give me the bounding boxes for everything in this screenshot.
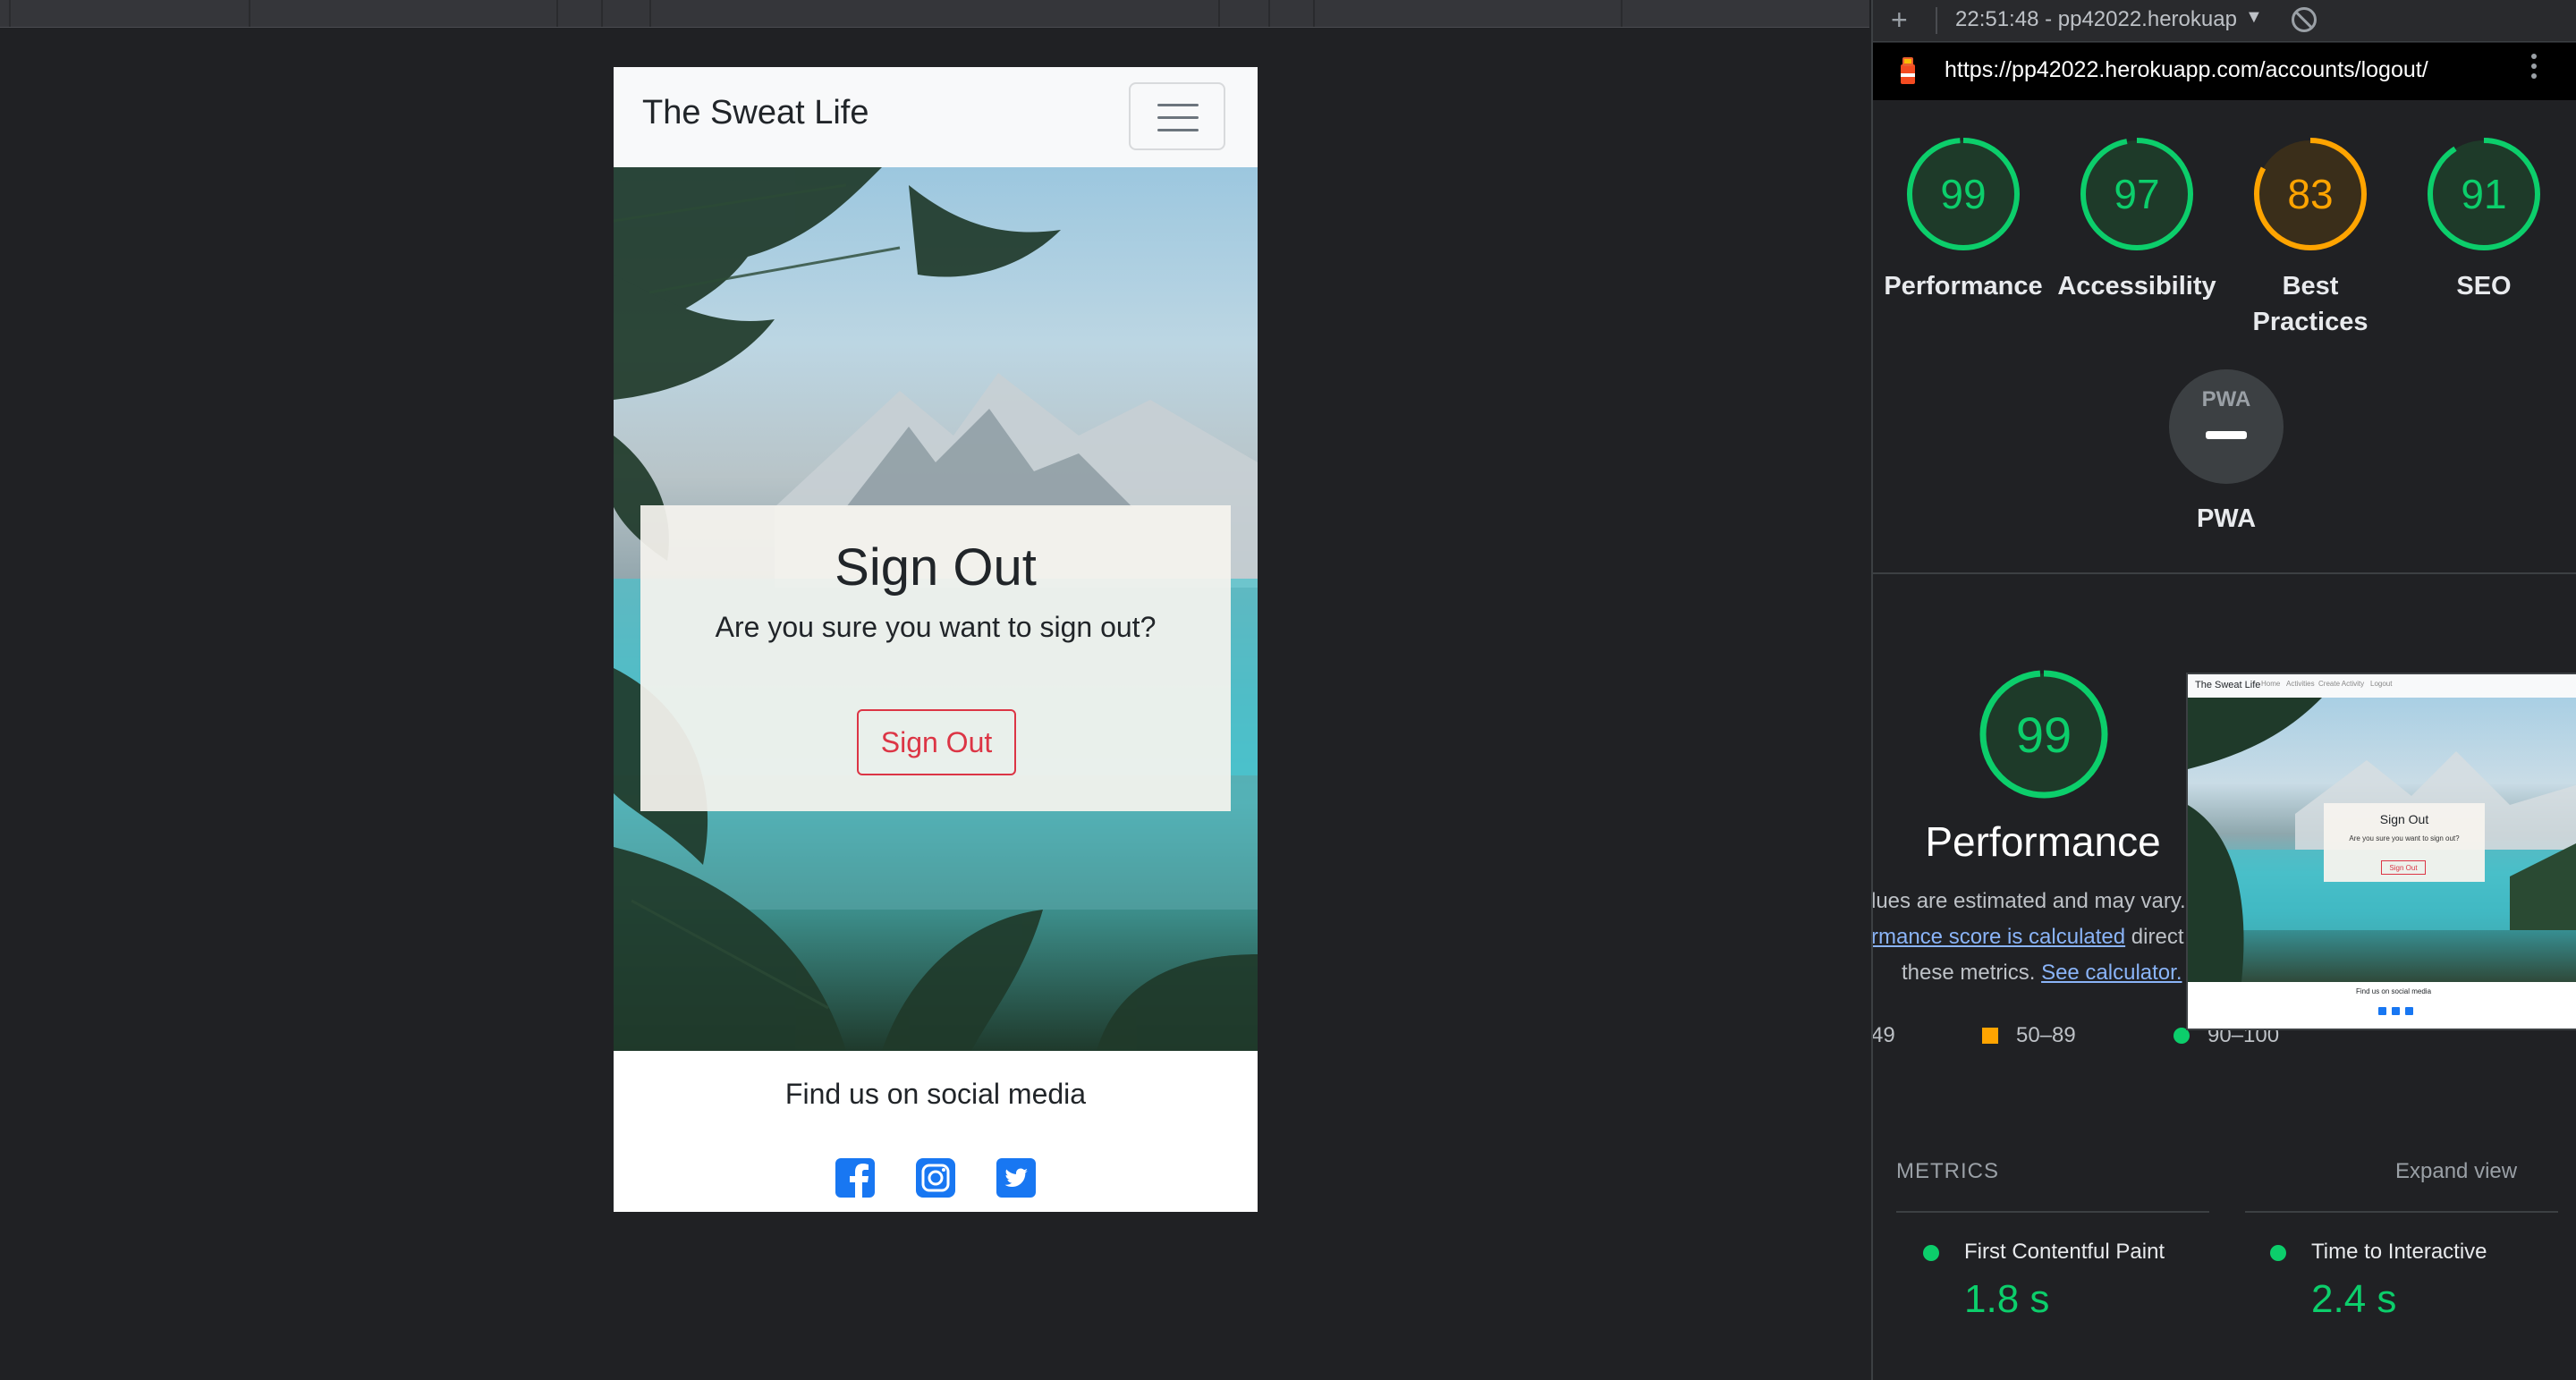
pwa-label: PWA <box>2196 504 2257 533</box>
thumb-footer-title: Find us on social media <box>2355 987 2432 995</box>
tab-divider <box>556 0 558 27</box>
metric-fcp-label: First Contentful Paint <box>1964 1240 2165 1264</box>
hamburger-line <box>1157 104 1199 106</box>
gauge-score: 83 <box>2287 171 2334 217</box>
signout-title: Sign Out <box>835 538 1037 597</box>
performance-desc-line2: rmance score is calculated direct <box>1871 925 2184 949</box>
thumb-nav-create: Create Activity <box>2318 680 2365 688</box>
gauge-label: Best Practices <box>2252 272 2368 336</box>
mobile-preview: The Sweat Life Sign Out Are you sure you… <box>614 67 1258 1212</box>
performance-title: Performance <box>1925 818 2161 865</box>
report-selector[interactable]: 22:51:48 - pp42022.herokuap <box>1955 7 2237 32</box>
average-square-icon <box>1982 1028 1998 1044</box>
score-gauge-performance[interactable]: 99 <box>1905 136 2021 252</box>
tab-divider <box>1268 0 1270 27</box>
gauge-score: 91 <box>2461 171 2507 217</box>
gauge-score: 99 <box>1940 171 1987 217</box>
navbar: The Sweat Life <box>614 67 1258 167</box>
navbar-brand[interactable]: The Sweat Life <box>642 94 869 132</box>
thumb-signout-button: Sign Out <box>2381 860 2426 875</box>
gauge-label: Accessibility <box>2057 272 2216 301</box>
score-gauge-seo[interactable]: 91 <box>2426 136 2542 252</box>
thumb-hero-image: Sign Out Are you sure you want to sign o… <box>2188 698 2576 982</box>
chevron-down-icon[interactable]: ▼ <box>2245 7 2263 28</box>
report-url-bar: https://pp42022.herokuapp.com/accounts/l… <box>1873 43 2576 100</box>
footer-title: Find us on social media <box>784 1078 1087 1110</box>
score-gauge-accessibility[interactable]: 97 <box>2079 136 2195 252</box>
tab-divider <box>249 0 250 27</box>
score-calculated-link[interactable]: rmance score is calculated <box>1873 925 2125 949</box>
metric-tti-label: Time to Interactive <box>2311 1240 2487 1264</box>
tab-divider <box>601 0 603 27</box>
expand-view-button[interactable]: Expand view <box>2395 1159 2517 1184</box>
browser-tab-strip <box>0 0 1869 28</box>
metrics-divider <box>1896 1211 2209 1213</box>
final-screenshot-thumbnail[interactable]: The Sweat Life Home Activities Create Ac… <box>2186 673 2576 1030</box>
gauge-label: SEO <box>2456 272 2512 301</box>
toolbar-separator <box>1936 7 1937 34</box>
metrics-divider <box>2245 1211 2558 1213</box>
lighthouse-logo-icon <box>1901 57 1915 84</box>
signout-card: Sign Out Are you sure you want to sign o… <box>640 505 1231 811</box>
navbar-toggler-button[interactable] <box>1129 82 1225 150</box>
facebook-icon[interactable] <box>835 1158 875 1198</box>
metric-fcp-value: 1.8 s <box>1964 1277 2050 1321</box>
gauge-label: Performance <box>1884 272 2043 301</box>
tab-divider <box>9 0 11 27</box>
new-report-plus-icon[interactable]: + <box>1891 4 1908 37</box>
section-divider <box>1873 572 2576 574</box>
metric-tti-value: 2.4 s <box>2311 1277 2397 1321</box>
tab-divider <box>1313 0 1315 27</box>
pass-circle-icon <box>2270 1245 2286 1261</box>
gauge-score: 97 <box>2114 171 2160 217</box>
lighthouse-panel: + 22:51:48 - pp42022.herokuap ▼ https://… <box>1871 0 2576 1380</box>
performance-desc-line1: lues are estimated and may vary. <box>1871 889 2186 913</box>
hamburger-line <box>1157 129 1199 131</box>
lighthouse-toolbar: + 22:51:48 - pp42022.herokuap ▼ <box>1873 0 2576 42</box>
legend-fail: 49 <box>1871 1023 1895 1047</box>
instagram-icon[interactable] <box>916 1158 955 1198</box>
thumb-nav-home: Home <box>2261 680 2281 688</box>
signout-question: Are you sure you want to sign out? <box>715 611 1157 643</box>
report-url: https://pp42022.herokuapp.com/accounts/l… <box>1945 57 2428 82</box>
score-gauge-best-practices[interactable]: 83 <box>2252 136 2368 252</box>
performance-desc-line3: these metrics. See calculator. <box>1902 961 2182 985</box>
thumb-nav-activities: Activities <box>2286 680 2315 688</box>
thumb-signout-title: Sign Out <box>2379 812 2429 826</box>
tab-divider <box>1218 0 1220 27</box>
clear-block-icon[interactable] <box>2292 7 2317 32</box>
tab-divider <box>1621 0 1623 27</box>
thumb-navbar: The Sweat Life Home Activities Create Ac… <box>2188 674 2576 698</box>
thumb-social-icons <box>2376 1003 2429 1015</box>
pwa-badge-text: PWA <box>2202 387 2251 411</box>
metrics-heading: METRICS <box>1896 1159 1999 1183</box>
hero-background-image: Sign Out Are you sure you want to sign o… <box>614 167 1258 1051</box>
pwa-badge-icon: PWA <box>2169 369 2284 484</box>
thumb-nav-logout: Logout <box>2370 680 2393 688</box>
thumb-brand: The Sweat Life <box>2195 680 2261 690</box>
sign-out-button[interactable]: Sign Out <box>857 709 1016 775</box>
performance-big-score: 99 <box>2015 706 2072 763</box>
pass-circle-icon <box>1923 1245 1939 1261</box>
page-footer: Find us on social media <box>614 1051 1258 1212</box>
performance-big-gauge: 99 <box>1977 667 2111 801</box>
legend-average: 50–89 <box>1982 1023 2076 1048</box>
tab-divider <box>649 0 651 27</box>
thumb-signout-question: Are you sure you want to sign out? <box>2349 834 2460 842</box>
see-calculator-link[interactable]: See calculator. <box>2041 961 2182 985</box>
thumb-signout-card: Sign Out Are you sure you want to sign o… <box>2324 803 2485 882</box>
more-options-icon[interactable] <box>2531 54 2537 83</box>
twitter-icon[interactable] <box>996 1158 1036 1198</box>
hamburger-line <box>1157 116 1199 119</box>
